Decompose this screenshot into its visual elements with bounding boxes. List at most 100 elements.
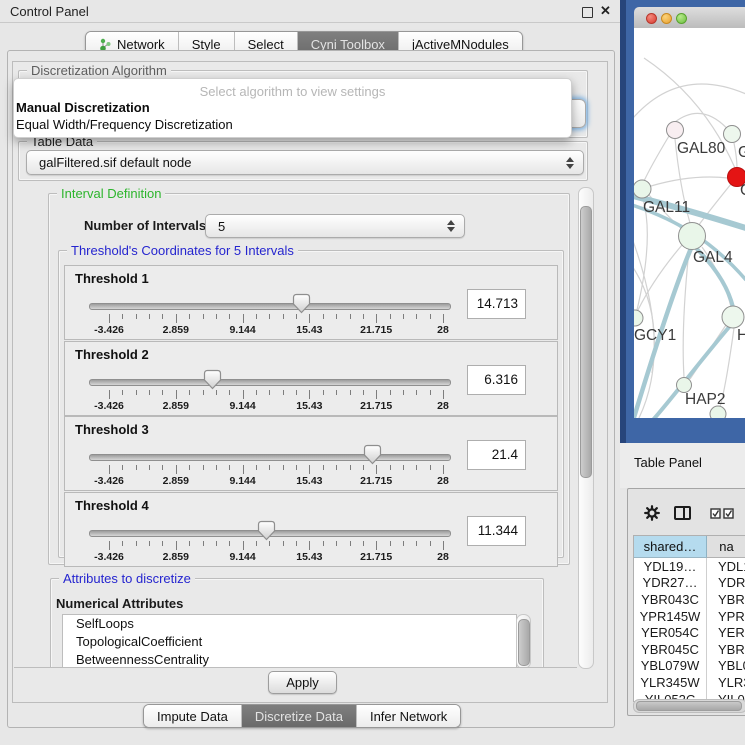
minor-tick [390,465,391,470]
cell-name[interactable]: YER0 [707,624,745,641]
minimize-traffic-light[interactable] [661,13,672,24]
tab-label: Infer Network [370,709,447,724]
minor-tick [122,541,123,546]
minor-tick [122,465,123,470]
major-tick [243,390,244,399]
network-node[interactable] [634,180,651,198]
threshold-value-field[interactable]: 14.713 [467,289,526,319]
cell-shared-name[interactable]: YLR345W [634,674,707,691]
network-node-label: GAL11 [643,199,690,216]
minor-tick [269,541,270,546]
slider-thumb[interactable] [203,369,222,390]
tab-impute-data[interactable]: Impute Data [144,705,242,727]
tick-label: 21.715 [360,475,392,487]
scrollbar-thumb[interactable] [518,619,530,666]
threshold-value-field[interactable]: 6.316 [467,365,526,395]
table-data-combobox[interactable]: galFiltered.sif default node [26,150,584,175]
minor-tick [122,314,123,319]
table-row[interactable]: YDR27…YDR2 [634,575,745,592]
slider-track[interactable] [89,303,451,310]
cell-name[interactable]: YBR0 [707,641,745,658]
column-header-shared-name[interactable]: shared… [634,536,707,558]
apply-button[interactable]: Apply [268,671,337,694]
close-traffic-light[interactable] [646,13,657,24]
threshold-value-field[interactable]: 11.344 [467,516,526,546]
scrollbar-thumb[interactable] [636,701,742,711]
threshold-value-field[interactable]: 21.4 [467,440,526,470]
cell-shared-name[interactable]: YBR045C [634,641,707,658]
column-header-name[interactable]: na [707,536,745,558]
tick-label: -3.426 [94,475,124,487]
minor-tick [256,314,257,319]
network-node[interactable] [634,310,643,326]
major-tick [376,541,377,550]
minor-tick [336,314,337,319]
minor-tick [430,465,431,470]
cell-shared-name[interactable]: YPR145W [634,608,707,625]
node-table[interactable]: shared… na YDL19…YDL1YDR27…YDR2YBR043CYB… [633,535,745,702]
checkbox-checked-icon[interactable] [710,506,721,517]
zoom-traffic-light[interactable] [676,13,687,24]
table-horizontal-scrollbar[interactable] [633,699,745,713]
attributes-list-scrollbar[interactable] [516,614,531,669]
number-of-intervals-combobox[interactable]: 5 [205,214,465,238]
minor-tick [403,541,404,546]
checkbox-checked-icon[interactable] [723,506,734,517]
network-node[interactable] [667,122,684,139]
settings-scrollbar[interactable] [578,187,594,669]
float-window-icon[interactable] [582,7,593,18]
gear-icon[interactable] [644,505,660,521]
control-panel-title: Control Panel [10,4,89,19]
minor-tick [403,465,404,470]
cell-name[interactable]: YBR0 [707,591,745,608]
algorithm-option[interactable]: Equal Width/Frequency Discretization [16,117,233,132]
network-canvas[interactable]: GAL80G.CGAL11GAL4GCY1HHAP2 [634,28,745,418]
cell-name[interactable]: YDL1 [707,558,745,575]
tab-discretize-data[interactable]: Discretize Data [242,705,357,727]
network-node-label: GCY1 [634,327,676,344]
attribute-list-item[interactable]: TopologicalCoefficient [63,633,516,651]
slider-thumb[interactable] [257,520,276,541]
major-tick [309,541,310,550]
slider-track[interactable] [89,454,451,461]
cell-name[interactable]: YBL0 [707,658,745,675]
combo-stepper-icon [564,157,575,169]
algorithm-option[interactable]: Manual Discretization [16,100,150,115]
network-window-titlebar[interactable] [634,7,745,29]
minor-tick [229,541,230,546]
tick-label: 21.715 [360,551,392,563]
scrollbar-thumb[interactable] [580,206,592,478]
cell-name[interactable]: YPR1 [707,608,745,625]
major-tick [376,465,377,474]
table-row[interactable]: YBL079WYBL0 [634,658,745,675]
table-row[interactable]: YPR145WYPR1 [634,608,745,625]
cell-shared-name[interactable]: YDL19… [634,558,707,575]
network-node[interactable] [679,223,706,250]
cell-name[interactable]: YLR3 [707,674,745,691]
numerical-attributes-list[interactable]: SelfLoopsTopologicalCoefficientBetweenne… [62,614,517,669]
table-row[interactable]: YBR043CYBR0 [634,591,745,608]
cell-shared-name[interactable]: YBL079W [634,658,707,675]
table-row[interactable]: YBR045CYBR0 [634,641,745,658]
slider-track[interactable] [89,379,451,386]
network-node[interactable] [724,126,741,143]
major-tick [109,390,110,399]
attributes-group-title: Attributes to discretize [59,571,195,586]
slider-thumb[interactable] [292,293,311,314]
table-row[interactable]: YLR345WYLR3 [634,674,745,691]
table-row[interactable]: YDL19…YDL1 [634,558,745,575]
tick-label: 2.859 [163,400,189,412]
split-columns-icon[interactable] [674,506,691,520]
cell-shared-name[interactable]: YER054C [634,624,707,641]
close-icon[interactable]: ✕ [600,3,611,19]
cell-shared-name[interactable]: YBR043C [634,591,707,608]
table-row[interactable]: YER054CYER0 [634,624,745,641]
slider-thumb[interactable] [363,444,382,465]
cell-shared-name[interactable]: YDR27… [634,575,707,592]
attribute-list-item[interactable]: SelfLoops [63,615,516,633]
network-node-label: HAP2 [685,391,726,408]
network-node[interactable] [722,306,744,328]
minor-tick [216,390,217,395]
cell-name[interactable]: YDR2 [707,575,745,592]
tab-infer-network[interactable]: Infer Network [357,705,460,727]
